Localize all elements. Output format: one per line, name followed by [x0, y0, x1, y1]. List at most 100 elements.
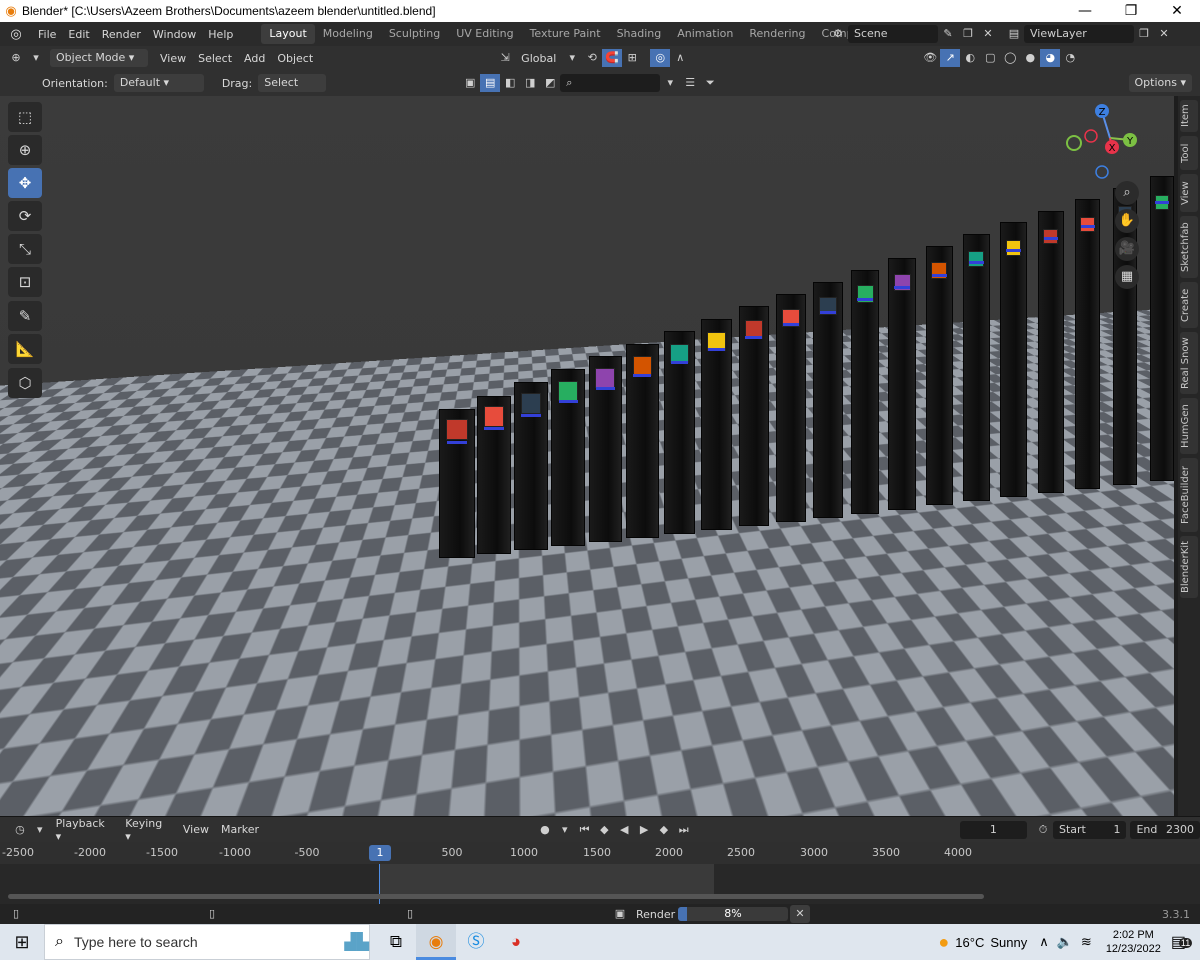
- ortho-grid-icon[interactable]: ▦: [1115, 265, 1139, 289]
- falloff-icon[interactable]: ∧: [670, 49, 690, 67]
- timeline-scrollbar[interactable]: [8, 894, 984, 899]
- windows-start-icon[interactable]: ⊞: [0, 932, 44, 953]
- stopwatch-icon[interactable]: ⏱: [1033, 821, 1053, 839]
- menu-window[interactable]: Window: [147, 28, 202, 41]
- pillar-object[interactable]: [701, 318, 733, 530]
- chevron-down-icon[interactable]: ▾: [26, 49, 46, 67]
- blender-taskbar-icon[interactable]: ◉: [416, 924, 456, 960]
- measure-tool-icon[interactable]: 📐: [8, 334, 42, 364]
- sidebar-tab-humgen[interactable]: HumGen: [1180, 398, 1198, 454]
- camera-view-icon[interactable]: 🎥: [1115, 237, 1139, 261]
- skype-taskbar-icon[interactable]: Ⓢ: [456, 924, 496, 960]
- pivot-icon[interactable]: ⟲: [582, 49, 602, 67]
- weather-desc[interactable]: Sunny: [990, 935, 1027, 950]
- snap-target-icon[interactable]: ⊞: [622, 49, 642, 67]
- jump-keyframe-forward-icon[interactable]: ◆: [654, 821, 674, 839]
- proportional-edit-icon[interactable]: ◎: [650, 49, 671, 67]
- start-frame-field[interactable]: Start 1: [1053, 820, 1127, 839]
- rendered-shading-icon[interactable]: ◔: [1060, 49, 1080, 67]
- options-dropdown[interactable]: Options ▾: [1128, 74, 1192, 92]
- pan-hand-icon[interactable]: ✋: [1115, 209, 1139, 233]
- select-mode-intersect-icon[interactable]: ◩: [540, 74, 560, 92]
- scale-tool-icon[interactable]: ⤡: [8, 234, 42, 264]
- scene-icon[interactable]: ⚙: [828, 25, 848, 43]
- visibility-icon[interactable]: 👁: [920, 49, 940, 67]
- new-scene-icon[interactable]: ❐: [958, 25, 978, 43]
- play-icon[interactable]: ▶: [634, 821, 654, 839]
- sidebar-tab-sketchfab[interactable]: Sketchfab: [1180, 216, 1198, 278]
- pin-icon[interactable]: ✎: [938, 25, 958, 43]
- select-mode-new-icon[interactable]: ▣: [460, 74, 480, 92]
- filter-icon[interactable]: ⏷: [700, 74, 720, 92]
- timeline-body[interactable]: -2500 -2000 -1500 -1000 -500 500 1000 15…: [0, 842, 1200, 904]
- task-view-icon[interactable]: ⧉: [376, 924, 416, 960]
- taskbar-search-box[interactable]: ⌕ Type here to search ▟▙: [44, 924, 370, 960]
- menu-edit[interactable]: Edit: [62, 28, 95, 41]
- maximize-button[interactable]: ❐: [1108, 3, 1154, 19]
- axis-gizmo-svg[interactable]: Z Y X: [1060, 100, 1144, 184]
- sidebar-tab-real-snow[interactable]: Real Snow: [1180, 332, 1198, 394]
- sidebar-tab-view[interactable]: View: [1180, 174, 1198, 212]
- end-frame-field[interactable]: End 2300: [1130, 820, 1200, 839]
- pillar-object[interactable]: [177, 514, 217, 587]
- solid-shading-icon[interactable]: ●: [1020, 49, 1040, 67]
- menu-select[interactable]: Select: [192, 52, 238, 65]
- gizmo-toggle-icon[interactable]: ↗: [940, 49, 961, 67]
- menu-add[interactable]: Add: [238, 52, 271, 65]
- pillar-object[interactable]: [364, 436, 401, 567]
- wifi-icon[interactable]: ≋: [1081, 934, 1092, 950]
- sidebar-tab-item[interactable]: Item: [1180, 100, 1198, 132]
- record-icon[interactable]: ●: [535, 821, 555, 839]
- pillar-object[interactable]: [439, 408, 475, 559]
- filter-dropdown-icon[interactable]: ▾: [660, 74, 680, 92]
- timeline-menu-playback[interactable]: Playback ▾: [50, 817, 120, 843]
- pillar-object[interactable]: [813, 281, 843, 518]
- clock-editor-icon[interactable]: ◷: [10, 821, 30, 839]
- delete-scene-icon[interactable]: ✕: [978, 25, 998, 43]
- chevron-down-icon[interactable]: ▾: [555, 821, 575, 839]
- navigation-gizmo[interactable]: Z Y X: [1060, 100, 1144, 184]
- sidebar-tab-facebuilder[interactable]: FaceBuilder: [1180, 458, 1198, 532]
- tab-layout[interactable]: Layout: [261, 24, 315, 44]
- pillar-object[interactable]: [476, 395, 512, 555]
- close-window-button[interactable]: ✕: [1154, 3, 1200, 19]
- pillar-object[interactable]: [289, 465, 328, 575]
- pillar-object[interactable]: [252, 480, 291, 579]
- current-frame-field[interactable]: 1: [959, 820, 1028, 839]
- snap-icon[interactable]: 🧲: [602, 49, 623, 67]
- annotate-tool-icon[interactable]: ✎: [8, 301, 42, 331]
- transform-orientation-dropdown[interactable]: Global: [515, 52, 562, 65]
- view-layer-icon[interactable]: ▤: [1004, 25, 1024, 43]
- jump-keyframe-back-icon[interactable]: ◆: [595, 821, 615, 839]
- 3d-viewport[interactable]: [0, 96, 1174, 816]
- rotate-tool-icon[interactable]: ⟳: [8, 201, 42, 231]
- tab-uv-editing[interactable]: UV Editing: [448, 24, 521, 44]
- pillar-object[interactable]: [1037, 210, 1064, 494]
- minimize-button[interactable]: —: [1062, 3, 1108, 19]
- menu-file[interactable]: File: [32, 28, 62, 41]
- new-view-layer-icon[interactable]: ❐: [1134, 25, 1154, 43]
- chrome-taskbar-icon[interactable]: ◕: [496, 924, 536, 960]
- tab-shading[interactable]: Shading: [609, 24, 670, 44]
- overlay-icon[interactable]: ◐: [960, 49, 980, 67]
- pillar-object[interactable]: [626, 343, 659, 539]
- weather-temp[interactable]: 16°C: [955, 935, 984, 950]
- pillar-object[interactable]: [925, 245, 954, 506]
- select-box-tool-icon[interactable]: ⬚: [8, 102, 42, 132]
- timeline-menu-marker[interactable]: Marker: [215, 823, 265, 836]
- xray-icon[interactable]: ▢: [980, 49, 1000, 67]
- pillar-object[interactable]: [214, 496, 254, 583]
- pillar-object[interactable]: [738, 306, 770, 526]
- pillar-object[interactable]: [1075, 199, 1101, 490]
- pillar-object[interactable]: [888, 257, 917, 510]
- pillar-object[interactable]: [1000, 222, 1027, 498]
- menu-object[interactable]: Object: [271, 52, 319, 65]
- frame-ruler[interactable]: -2500 -2000 -1500 -1000 -500 500 1000 15…: [0, 842, 1200, 864]
- chevron-up-icon[interactable]: ∧: [1039, 934, 1049, 950]
- outliner-search-input[interactable]: ⌕: [560, 74, 661, 92]
- speaker-icon[interactable]: 🔈: [1057, 934, 1073, 950]
- pillar-object[interactable]: [775, 294, 806, 522]
- tab-sculpting[interactable]: Sculpting: [381, 24, 448, 44]
- sidebar-tab-tool[interactable]: Tool: [1180, 136, 1198, 170]
- select-mode-subtract-icon[interactable]: ◧: [500, 74, 520, 92]
